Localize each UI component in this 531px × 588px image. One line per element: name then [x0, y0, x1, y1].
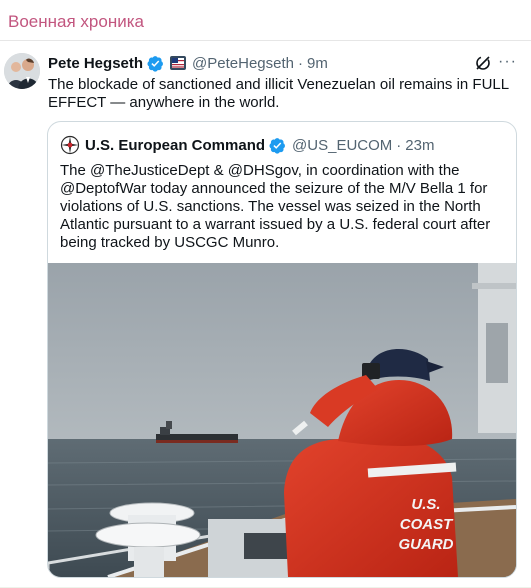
quoted-tweet-header: U.S. European Command @US_EUCOM · 23m [60, 135, 434, 155]
tweet-time[interactable]: 9m [307, 55, 328, 72]
quoted-tweet[interactable]: U.S. European Command @US_EUCOM · 23m Th… [47, 121, 517, 578]
grok-icon[interactable] [474, 54, 492, 72]
quoted-author-handle[interactable]: @US_EUCOM [292, 137, 392, 154]
jacket-text-line-2: COAST [400, 516, 454, 533]
more-options-icon[interactable]: ··· [498, 53, 518, 73]
tweet-text: The blockade of sanctioned and illicit V… [48, 76, 509, 111]
separator: · [396, 136, 402, 154]
quoted-tweet-time[interactable]: 23m [405, 137, 434, 154]
avatar[interactable] [4, 53, 40, 89]
jacket-text-line-1: U.S. [411, 496, 440, 513]
eucom-emblem-icon[interactable] [60, 135, 80, 155]
tweet-card[interactable]: Pete Hegseth @PeteHegseth · 9m ··· The b… [0, 40, 531, 588]
quoted-author-name[interactable]: U.S. European Command [85, 137, 265, 154]
verified-badge-icon [147, 55, 164, 72]
verified-badge-icon [269, 137, 286, 154]
channel-name[interactable]: Военная хроника [8, 12, 144, 32]
tweet-header: Pete Hegseth @PeteHegseth · 9m [48, 53, 328, 73]
author-name[interactable]: Pete Hegseth [48, 55, 143, 72]
message-bubble: Военная хроника Pete Hegseth @PeteHegset… [0, 0, 531, 587]
separator: · [298, 54, 303, 72]
jacket-text-line-3: GUARD [399, 536, 454, 553]
quoted-tweet-text: The @TheJusticeDept & @DHSgov, in coordi… [60, 162, 491, 251]
author-handle[interactable]: @PeteHegseth [192, 55, 294, 72]
tweet-photo[interactable]: U.S. COAST GUARD [48, 263, 516, 577]
us-flag-badge-icon [170, 56, 187, 70]
